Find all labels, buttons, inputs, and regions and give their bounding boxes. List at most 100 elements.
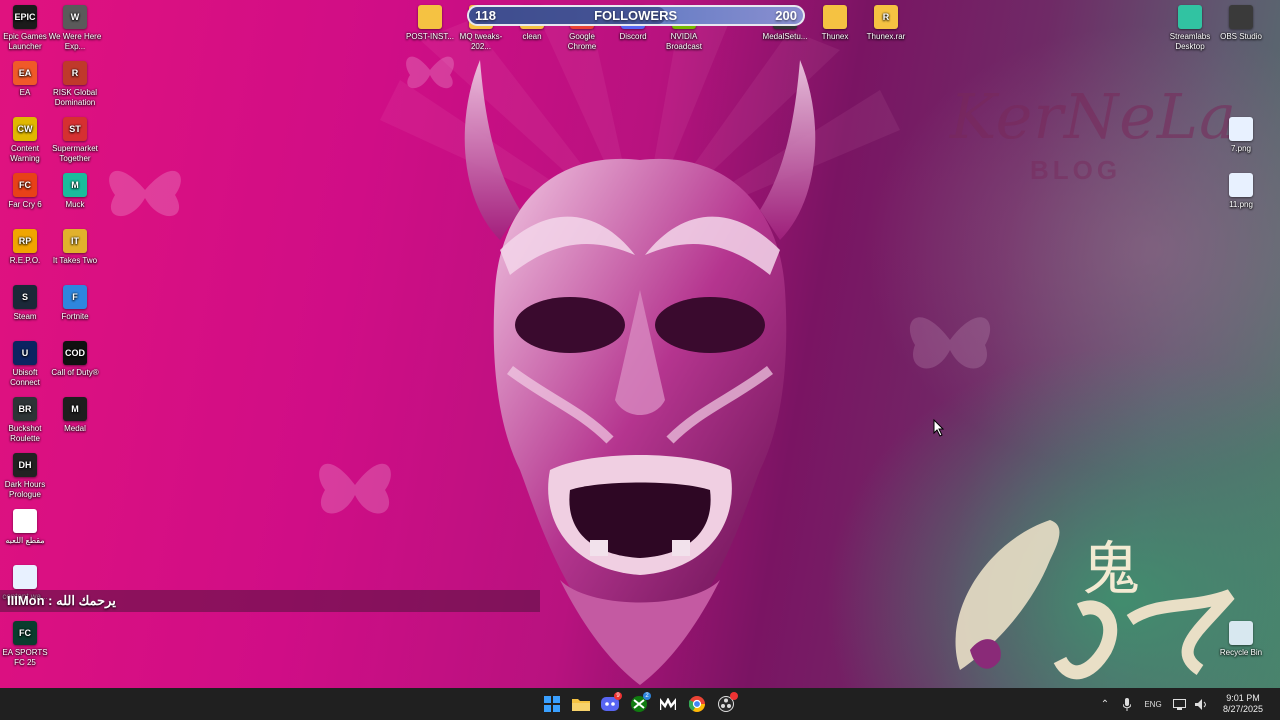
chat-message: : يرحمك الله — [48, 593, 116, 608]
desktop-icon[interactable]: COD Call of Duty® — [47, 341, 103, 378]
app-icon — [13, 509, 37, 533]
clock-date: 8/27/2025 — [1222, 704, 1264, 714]
discord-badge: 9 — [614, 692, 622, 700]
followers-label: FOLLOWERS — [594, 8, 678, 23]
desktop-icon[interactable]: M Medal — [47, 397, 103, 434]
desktop-icon[interactable]: FC Far Cry 6 — [0, 173, 53, 210]
desktop-icon-label: NVIDIA Broadcast — [665, 32, 703, 51]
desktop-icon-label: We Were Here Exp... — [48, 32, 102, 51]
xbox-badge: 2 — [643, 692, 651, 700]
desktop-icon-label: Discord — [619, 32, 647, 41]
discord-button[interactable]: 9 — [598, 692, 622, 716]
desktop-icon-label: Fortnite — [61, 312, 89, 321]
desktop-icon[interactable]: ST Supermarket Together — [47, 117, 103, 164]
desktop-icon-label: clean — [522, 32, 542, 41]
desktop-icon[interactable]: 11.png — [1213, 173, 1269, 210]
desktop-icon-label: 11.png — [1229, 200, 1253, 209]
app-icon: ST — [63, 117, 87, 141]
butterfly-decoration — [909, 317, 991, 369]
desktop-icon[interactable]: U Ubisoft Connect — [0, 341, 53, 388]
app-icon: R — [63, 61, 87, 85]
folder-icon — [572, 699, 590, 711]
desktop-icon[interactable]: BR Buckshot Roulette — [0, 397, 53, 444]
app-icon: EA — [13, 61, 37, 85]
desktop-icon[interactable]: Streamlabs Desktop — [1162, 5, 1218, 52]
desktop-icon-label: Google Chrome — [567, 32, 597, 51]
desktop-icon[interactable]: مقطع اللعبه — [0, 509, 53, 546]
app-icon — [418, 5, 442, 29]
desktop-icon[interactable]: M Muck — [47, 173, 103, 210]
desktop-icon-label: Content Warning — [10, 144, 40, 163]
network-button[interactable] — [1168, 688, 1190, 720]
desktop-icon[interactable]: EA EA — [0, 61, 53, 98]
start-button[interactable] — [540, 692, 564, 716]
desktop-icon[interactable]: RP R.E.P.O. — [0, 229, 53, 266]
desktop-icon[interactable]: IT It Takes Two — [47, 229, 103, 266]
desktop-icon-label: EA — [19, 88, 31, 97]
desktop-icon[interactable]: CW Content Warning — [0, 117, 53, 164]
desktop-icon-label: مقطع اللعبه — [5, 536, 45, 545]
desktop-icon[interactable]: Thunex — [807, 5, 863, 42]
app-icon: BR — [13, 397, 37, 421]
desktop-icon[interactable]: S Steam — [0, 285, 53, 322]
obs-button[interactable] — [714, 692, 738, 716]
butterfly-decoration — [319, 463, 391, 514]
desktop-icon-label: 7.png — [1230, 144, 1252, 153]
app-icon: M — [63, 397, 87, 421]
desktop-icon[interactable]: W We Were Here Exp... — [47, 5, 103, 52]
show-hidden-icons-button[interactable]: ⌃ — [1094, 688, 1116, 720]
desktop-icon-label: POST-INST... — [405, 32, 454, 41]
desktop-icon-label: Muck — [65, 200, 85, 209]
desktop-icon-label: It Takes Two — [52, 256, 98, 265]
app-icon — [1178, 5, 1202, 29]
desktop-icon[interactable]: 7.png — [1213, 117, 1269, 154]
desktop-icon-label: Buckshot Roulette — [8, 424, 42, 443]
desktop-icon[interactable]: R Thunex.rar — [858, 5, 914, 42]
app-icon — [1229, 621, 1253, 645]
desktop-icon[interactable]: Recycle Bin — [1213, 621, 1269, 658]
chrome-button[interactable] — [685, 692, 709, 716]
app-icon: DH — [13, 453, 37, 477]
microphone-button[interactable] — [1116, 688, 1138, 720]
app-icon: S — [13, 285, 37, 309]
taskbar-clock[interactable]: 9:01 PM 8/27/2025 — [1212, 693, 1274, 715]
app-icon: RP — [13, 229, 37, 253]
desktop-icon[interactable]: OBS Studio — [1213, 5, 1269, 42]
file-explorer-button[interactable] — [569, 692, 593, 716]
desktop-icon-label: Epic Games Launcher — [3, 32, 47, 51]
desktop-icon[interactable]: EPIC Epic Games Launcher — [0, 5, 53, 52]
desktop-icon-label: RISK Global Domination — [52, 88, 98, 107]
desktop-icon[interactable]: FC EA SPORTS FC 25 — [0, 621, 53, 668]
oni-kanji: 鬼 — [1082, 535, 1141, 603]
xbox-button[interactable]: 2 — [627, 692, 651, 716]
stream-chat-overlay: IIIMon : يرحمك الله — [0, 590, 540, 612]
desktop-icon[interactable]: R RISK Global Domination — [47, 61, 103, 108]
windows-icon — [544, 696, 560, 712]
app-icon — [1229, 173, 1253, 197]
medal-button[interactable] — [656, 692, 680, 716]
monitor-network-icon — [1172, 698, 1186, 710]
obs-recording-dot — [730, 692, 738, 700]
volume-button[interactable] — [1190, 688, 1212, 720]
wallpaper-brand-subtext: BLOG — [1030, 155, 1122, 185]
desktop-icon-label: EA SPORTS FC 25 — [2, 648, 48, 667]
language-indicator[interactable]: ENG — [1138, 688, 1168, 720]
app-icon — [13, 565, 37, 589]
followers-current: 118 — [475, 8, 496, 23]
desktop-icon-label: MQ tweaks-202... — [459, 32, 503, 51]
desktop-icon-label: Steam — [13, 312, 37, 321]
speaker-icon — [1194, 698, 1206, 710]
microphone-icon — [1123, 697, 1131, 711]
mouse-cursor-icon — [933, 419, 945, 437]
desktop-icon-label: OBS Studio — [1220, 32, 1262, 41]
butterfly-decoration — [109, 170, 181, 217]
desktop-icon[interactable]: DH Dark Hours Prologue — [0, 453, 53, 500]
desktop-icon[interactable]: POST-INST... — [402, 5, 458, 42]
app-icon — [823, 5, 847, 29]
taskbar: 9 2 ⌃ ENG 9:01 PM 8/27/2025 — [0, 688, 1280, 720]
desktop-icon-label: R.E.P.O. — [9, 256, 41, 265]
system-tray: ⌃ ENG 9:01 PM 8/27/2025 — [1094, 688, 1280, 720]
taskbar-pinned-apps: 9 2 — [540, 692, 738, 716]
desktop-icon[interactable]: F Fortnite — [47, 285, 103, 322]
app-icon: FC — [13, 621, 37, 645]
